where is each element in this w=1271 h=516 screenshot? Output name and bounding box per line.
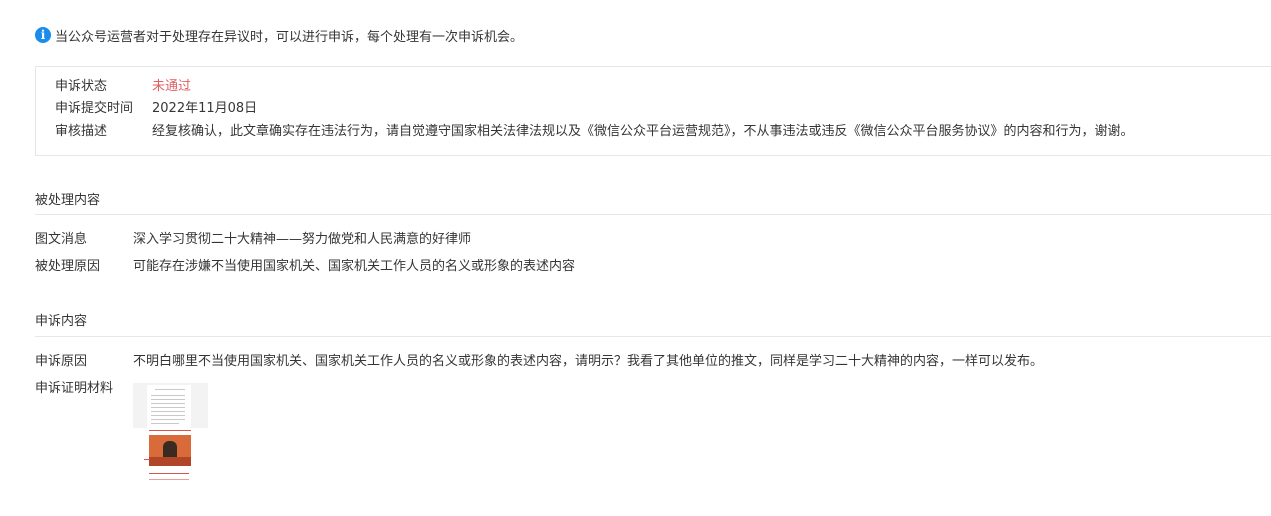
status-label: 申诉状态: [55, 79, 108, 94]
appeal-status-panel: 申诉状态 未通过 申诉提交时间 2022年11月08日 审核描述 经复核确认，此…: [35, 66, 1271, 156]
handled-section-title: 被处理内容: [35, 193, 101, 208]
info-icon: i: [35, 27, 51, 43]
photo-thumbnail: [149, 435, 191, 466]
doc-line: [151, 419, 185, 420]
handled-divider: [35, 214, 1271, 215]
handled-reason-row: 被处理原因 可能存在涉嫌不当使用国家机关、国家机关工作人员的名义或形象的表述内容: [35, 258, 575, 276]
doc-line: [151, 399, 185, 400]
highlight-line: [144, 459, 150, 460]
status-row: 申诉状态 未通过: [55, 78, 191, 96]
doc-line: [151, 415, 185, 416]
highlight-line: [149, 430, 191, 431]
highlight-line: [149, 479, 189, 480]
review-value: 经复核确认，此文章确实存在违法行为，请自觉遵守国家相关法律法规以及《微信公众平台…: [152, 124, 1134, 139]
evidence-thumbnail[interactable]: [133, 383, 208, 483]
doc-line: [155, 389, 185, 390]
highlight-line: [149, 473, 189, 474]
handled-message-row: 图文消息 深入学习贯彻二十大精神——努力做党和人民满意的好律师: [35, 231, 471, 249]
doc-line: [151, 411, 185, 412]
message-value: 深入学习贯彻二十大精神——努力做党和人民满意的好律师: [133, 232, 472, 247]
review-row: 审核描述 经复核确认，此文章确实存在违法行为，请自觉遵守国家相关法律法规以及《微…: [55, 123, 1134, 141]
appeal-notice: i 当公众号运营者对于处理存在异议时，可以进行申诉，每个处理有一次申诉机会。: [35, 26, 524, 45]
submit-time-value: 2022年11月08日: [152, 101, 258, 116]
submit-time-label: 申诉提交时间: [55, 101, 134, 116]
doc-line: [151, 423, 179, 424]
photo-table: [149, 457, 191, 466]
appeal-reason-value: 不明白哪里不当使用国家机关、国家机关工作人员的名义或形象的表述内容，请明示？我看…: [133, 354, 1044, 369]
appeal-section-title: 申诉内容: [35, 314, 88, 329]
doc-line: [151, 403, 185, 404]
submit-time-row: 申诉提交时间 2022年11月08日: [55, 100, 257, 118]
status-value: 未通过: [152, 79, 192, 94]
appeal-divider: [35, 336, 1271, 337]
notice-text: 当公众号运营者对于处理存在异议时，可以进行申诉，每个处理有一次申诉机会。: [55, 29, 524, 45]
review-label: 审核描述: [55, 124, 108, 139]
document-thumbnail: [133, 383, 208, 428]
handled-reason-label: 被处理原因: [35, 259, 101, 274]
evidence-label: 申诉证明材料: [35, 381, 114, 396]
handled-reason-value: 可能存在涉嫌不当使用国家机关、国家机关工作人员的名义或形象的表述内容: [133, 259, 576, 274]
evidence-row: 申诉证明材料: [35, 380, 133, 398]
doc-line: [151, 395, 185, 396]
appeal-reason-label: 申诉原因: [35, 354, 88, 369]
doc-line: [151, 407, 185, 408]
appeal-reason-row: 申诉原因 不明白哪里不当使用国家机关、国家机关工作人员的名义或形象的表述内容，请…: [35, 353, 1043, 371]
message-label: 图文消息: [35, 232, 88, 247]
